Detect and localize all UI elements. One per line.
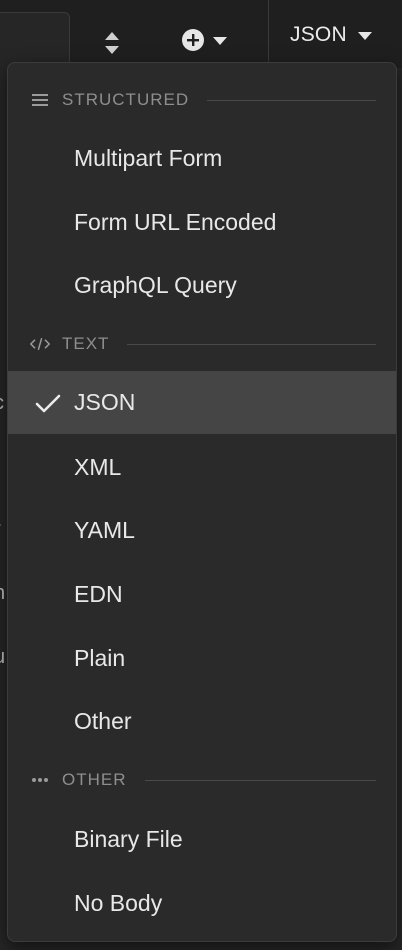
request-tab[interactable] [0,12,70,69]
menu-item-label: Plain [74,645,126,671]
background-fragment: u [0,646,5,669]
menu-item-no-body[interactable]: No Body [8,872,396,935]
background-fragment: n [0,582,5,605]
menu-item-binary-file[interactable]: Binary File [8,808,396,871]
menu-item-label: YAML [74,517,135,543]
section-label: STRUCTURED [62,90,190,109]
request-toolbar: JSON [0,0,402,69]
body-type-label: JSON [290,23,347,46]
menu-item-graphql-query[interactable]: GraphQL Query [8,254,396,317]
ellipsis-icon [30,770,50,790]
section-divider [207,99,376,101]
caret-down-icon [357,23,373,47]
section-header-structured: STRUCTURED [8,88,396,112]
toolbar-divider [268,0,269,68]
body-type-dropdown-button[interactable]: JSON [290,18,373,52]
section-label: TEXT [62,334,110,353]
menu-item-label: Multipart Form [74,145,223,171]
menu-item-form-url-encoded[interactable]: Form URL Encoded [8,191,396,254]
section-divider [127,343,376,345]
menu-item-other[interactable]: Other [8,690,396,753]
menu-item-label: No Body [74,890,163,916]
section-header-other: OTHER [8,768,396,792]
menu-item-yaml[interactable]: YAML [8,499,396,562]
menu-item-label: Other [74,708,132,734]
menu-item-multipart-form[interactable]: Multipart Form [8,127,396,190]
menu-item-json[interactable]: JSON [8,371,396,434]
menu-item-label: XML [74,454,122,480]
menu-item-label: GraphQL Query [74,272,237,298]
section-divider [144,779,376,781]
add-dropdown-button[interactable] [180,28,238,56]
background-fragment: r [0,518,1,541]
menu-item-label: Form URL Encoded [74,209,277,235]
menu-item-label: JSON [74,389,136,415]
section-header-text: TEXT [8,332,396,356]
plus-circle-icon [180,27,206,58]
menu-item-xml[interactable]: XML [8,436,396,499]
menu-item-plain[interactable]: Plain [8,627,396,690]
background-fragment: c [0,392,4,415]
menu-item-edn[interactable]: EDN [8,563,396,626]
checkmark-icon [35,393,61,413]
app-window: JSON c r n u l STRUCTURED [0,0,402,950]
menu-item-label: EDN [74,581,123,607]
section-label: OTHER [62,770,127,789]
body-type-menu: STRUCTURED Multipart Form Form URL Encod… [7,62,397,942]
code-brackets-icon [30,334,50,354]
menu-item-label: Binary File [74,826,183,852]
hamburger-lines-icon [30,90,50,110]
sort-arrows-icon[interactable] [102,30,122,56]
caret-down-icon [212,33,228,51]
